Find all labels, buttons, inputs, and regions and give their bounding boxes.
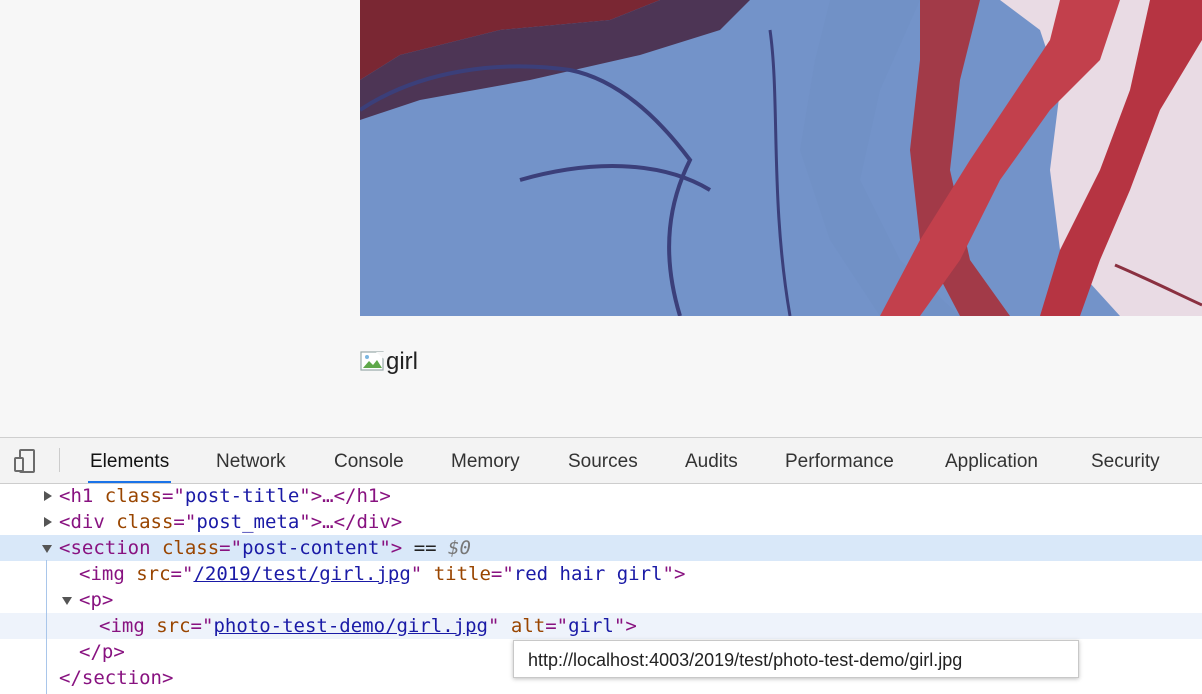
broken-image: girl — [360, 345, 418, 379]
tag-open: <img — [79, 563, 125, 585]
device-toolbar-toggle-icon[interactable] — [12, 448, 42, 474]
page-viewport: girl — [0, 0, 1202, 437]
collapse-triangle-icon[interactable] — [42, 545, 52, 553]
tag-close: >…</h1> — [310, 485, 391, 507]
attr-name: class — [116, 511, 174, 533]
tag-open: <h1 — [59, 485, 94, 507]
attr-value: post-title — [184, 485, 300, 507]
src-link[interactable]: photo-test-demo/girl.jpg — [213, 615, 488, 637]
tab-console[interactable]: Console — [334, 438, 404, 483]
tag-close: </p> — [79, 641, 125, 663]
broken-image-icon — [360, 351, 386, 373]
tab-network[interactable]: Network — [216, 438, 286, 483]
tab-performance[interactable]: Performance — [785, 438, 894, 483]
devtools-tabbar: Elements Network Console Memory Sources … — [0, 438, 1202, 484]
attr-name: src — [156, 615, 191, 637]
artwork-illustration — [360, 0, 1202, 316]
tag-close: >…</div> — [310, 511, 403, 533]
tag-close: > — [390, 537, 403, 559]
attr-name: class — [104, 485, 162, 507]
dom-node-section-selected[interactable]: <section class="post-content"> == $0 — [0, 535, 1202, 561]
tag-open: <img — [99, 615, 145, 637]
attr-value: red hair girl — [513, 563, 663, 585]
tag-close: > — [625, 615, 637, 637]
link-url-tooltip: http://localhost:4003/2019/test/photo-te… — [513, 640, 1079, 678]
section-indent-guide — [46, 560, 47, 694]
tag-open: <section — [59, 537, 151, 559]
tab-security[interactable]: Security — [1091, 438, 1160, 483]
dom-node-p[interactable]: <p> — [0, 587, 1202, 613]
tab-application[interactable]: Application — [945, 438, 1038, 483]
dom-node-img-hero[interactable]: <img src="/2019/test/girl.jpg" title="re… — [0, 561, 1202, 587]
dom-node-div[interactable]: <div class="post_meta">…</div> — [0, 509, 1202, 535]
red-hair-girl-image — [360, 0, 1202, 316]
tag-close: </section> — [59, 667, 174, 689]
expand-triangle-icon[interactable] — [44, 491, 52, 501]
attr-value: post-content — [242, 537, 380, 559]
tab-elements[interactable]: Elements — [87, 438, 172, 483]
attr-name: src — [136, 563, 171, 585]
tag-close: > — [673, 563, 686, 585]
collapse-triangle-icon[interactable] — [62, 597, 72, 605]
tabbar-divider — [59, 448, 60, 472]
tag-open: <p> — [79, 589, 114, 611]
broken-image-alt-text: girl — [386, 348, 419, 375]
dom-node-h1[interactable]: <h1 class="post-title">…</h1> — [0, 483, 1202, 509]
selected-marker: == — [413, 537, 437, 559]
attr-value: girl — [568, 615, 614, 637]
attr-value: post_meta — [196, 511, 300, 533]
tab-audits[interactable]: Audits — [685, 438, 738, 483]
expand-triangle-icon[interactable] — [44, 517, 52, 527]
tab-sources[interactable]: Sources — [568, 438, 638, 483]
attr-name: title — [433, 563, 491, 585]
attr-name: alt — [510, 615, 546, 637]
dom-node-img-broken[interactable]: <img src="photo-test-demo/girl.jpg" alt=… — [0, 613, 1202, 639]
console-ref: $0 — [448, 537, 471, 559]
tag-open: <div — [59, 511, 105, 533]
src-link[interactable]: /2019/test/girl.jpg — [193, 563, 410, 585]
attr-name: class — [161, 537, 220, 559]
tab-memory[interactable]: Memory — [451, 438, 520, 483]
